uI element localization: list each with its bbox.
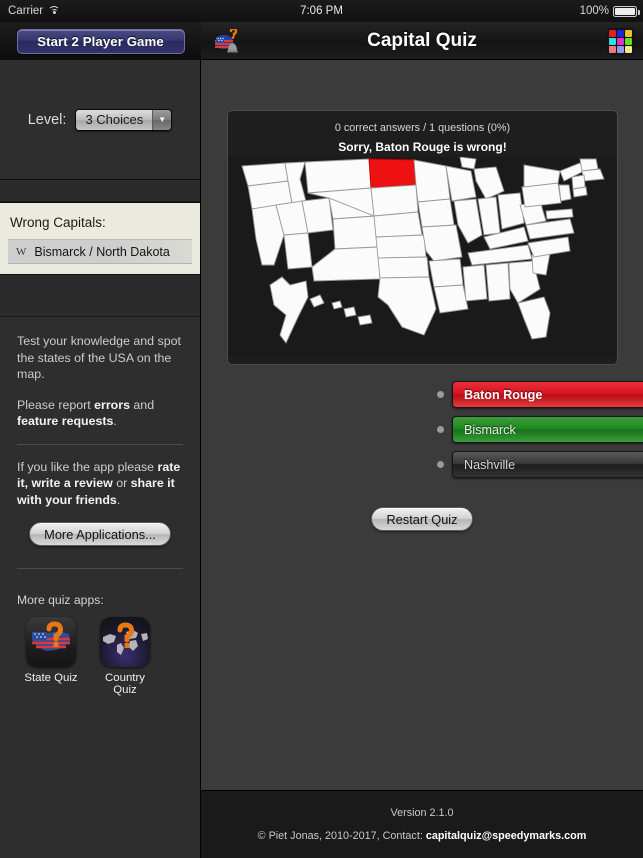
start-2-player-game-button[interactable]: Start 2 Player Game <box>16 28 185 54</box>
desc3-post: . <box>116 492 121 507</box>
level-dropdown-value: 3 Choices <box>76 109 153 130</box>
description-paragraph-1: Test your knowledge and spot the states … <box>17 334 181 381</box>
more-applications-wrap: More Applications... <box>17 522 183 546</box>
desc2-bold-feature-requests: feature requests <box>17 414 114 428</box>
restart-quiz-wrap: Restart Quiz <box>201 507 643 531</box>
nav-bar-left: Start 2 Player Game <box>0 22 201 60</box>
answer-row-1: Baton Rouge <box>437 381 643 408</box>
desc2-post: . <box>113 414 117 428</box>
grid-cell <box>617 30 624 37</box>
page-title: Capital Quiz <box>367 30 477 51</box>
grid-cell <box>625 30 632 37</box>
desc2-mid: and <box>129 397 155 412</box>
state-quiz-app-icon <box>26 617 76 667</box>
answer-button-baton-rouge[interactable]: Baton Rouge <box>452 381 643 408</box>
app-root: Carrier 7:06 PM 100% Start 2 Player Game <box>0 0 643 858</box>
answer-row-3: Nashville <box>437 451 643 478</box>
level-label: Level: <box>27 111 67 128</box>
version-label: Version 2.1.0 <box>390 807 454 819</box>
main-panel: 0 correct answers / 1 questions (0%) Sor… <box>201 60 643 790</box>
sidebar-spacer-1 <box>0 180 200 202</box>
wrong-capitals-title: Wrong Capitals: <box>10 215 106 230</box>
grid-cell <box>625 38 632 45</box>
answer-bullet-icon <box>437 391 444 398</box>
sidebar-description-section: Test your knowledge and spot the states … <box>0 317 200 546</box>
divider-1 <box>17 443 183 445</box>
description-paragraph-2: Please report errors and feature request… <box>17 397 183 430</box>
desc3-mid2: or <box>112 476 131 490</box>
app-country-quiz[interactable]: Country Quiz <box>96 617 154 696</box>
app-state-quiz-label: State Quiz <box>24 672 78 684</box>
quiz-stats: 0 correct answers / 1 questions (0%) <box>334 122 511 134</box>
wrong-marker-icon: W <box>16 245 27 258</box>
usa-map[interactable] <box>228 157 617 357</box>
country-quiz-app-icon <box>100 617 150 667</box>
contact-email: capitalquiz@speedymarks.com <box>425 830 587 842</box>
quiz-message: Sorry, Baton Rouge is wrong! <box>338 140 507 154</box>
wrong-capital-list-item[interactable]: W Bismarck / North Dakota <box>8 239 192 264</box>
battery-full-icon <box>613 5 640 17</box>
wrong-capital-label: Bismarck / North Dakota <box>34 244 170 259</box>
answer-row-2: Bismarck <box>437 416 643 443</box>
grid-cell <box>609 46 616 53</box>
quiz-card: 0 correct answers / 1 questions (0%) Sor… <box>227 110 618 365</box>
color-grid-icon[interactable] <box>607 28 634 55</box>
copyright-text: © Piet Jonas, 2010-2017, Contact: <box>257 830 426 842</box>
answer-bullet-icon <box>437 461 444 468</box>
status-bar-right: 100% <box>579 5 640 17</box>
status-bar-time: 7:06 PM <box>300 5 343 17</box>
level-section: Level: 3 Choices ▼ <box>0 60 200 180</box>
level-dropdown[interactable]: 3 Choices ▼ <box>75 108 173 131</box>
answer-bullet-icon <box>437 426 444 433</box>
grid-cell <box>617 38 624 45</box>
more-quiz-apps-label: More quiz apps: <box>17 593 104 607</box>
sidebar: Level: 3 Choices ▼ Wrong Capitals: W Bis… <box>0 60 201 858</box>
copyright-label: © Piet Jonas, 2010-2017, Contact: capita… <box>258 830 587 842</box>
desc2-bold-errors: errors <box>94 397 130 412</box>
nav-bar: Start 2 Player Game Capital Quiz <box>0 22 643 60</box>
quiz-apps-row: State Quiz Country Quiz <box>0 607 200 696</box>
grid-cell <box>625 46 632 53</box>
desc2-pre: Please report <box>17 397 95 412</box>
app-country-quiz-label: Country Quiz <box>105 672 145 696</box>
chevron-down-icon: ▼ <box>152 109 172 130</box>
app-state-quiz[interactable]: State Quiz <box>22 617 80 696</box>
battery-percent-label: 100% <box>579 5 609 17</box>
answer-button-nashville[interactable]: Nashville <box>452 451 643 478</box>
more-applications-button[interactable]: More Applications... <box>29 522 171 546</box>
desc3-bold-write-review: write a review <box>31 476 113 490</box>
footer: Version 2.1.0 © Piet Jonas, 2010-2017, C… <box>201 790 643 858</box>
grid-cell <box>609 38 616 45</box>
wrong-capitals-section: Wrong Capitals: W Bismarck / North Dakot… <box>0 202 200 275</box>
grid-cell <box>609 30 616 37</box>
desc3-pre: If you like the app please <box>17 459 158 474</box>
grid-cell <box>617 46 624 53</box>
description-paragraph-3: If you like the app please rate it, writ… <box>17 459 183 509</box>
answer-button-bismarck[interactable]: Bismarck <box>452 416 643 443</box>
status-bar: Carrier 7:06 PM 100% <box>0 0 643 22</box>
sidebar-spacer-2 <box>0 275 200 317</box>
restart-quiz-button[interactable]: Restart Quiz <box>371 507 473 531</box>
level-row: Level: 3 Choices ▼ <box>27 108 173 131</box>
